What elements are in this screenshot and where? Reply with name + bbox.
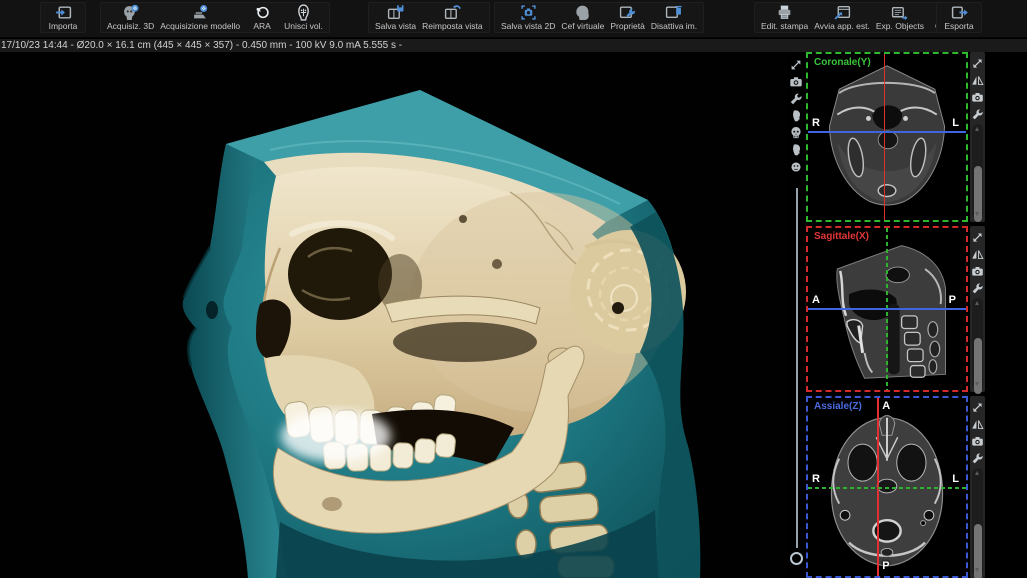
model-acquisition-icon bbox=[191, 4, 210, 21]
sagittal-axial-plane-line[interactable] bbox=[808, 308, 966, 310]
save-view-2d-button[interactable]: Salva vista 2D bbox=[500, 4, 556, 31]
virtual-ceph-icon bbox=[573, 4, 592, 21]
coronal-slice-scrollbar[interactable] bbox=[972, 124, 983, 219]
orientation-label-posterior: P bbox=[882, 560, 889, 572]
orientation-label-left: L bbox=[952, 117, 959, 129]
axial-view-toolbar bbox=[970, 396, 985, 578]
scroll-up-arrow[interactable] bbox=[975, 127, 979, 131]
scroll-down-arrow[interactable] bbox=[975, 212, 979, 216]
disable-image-button[interactable]: Disattiva im. bbox=[650, 4, 698, 31]
axial-coronal-plane-line[interactable] bbox=[808, 487, 966, 489]
axial-slice-scrollbar[interactable] bbox=[972, 468, 983, 575]
wrench-icon[interactable] bbox=[971, 282, 984, 295]
toolbar-group-export: Esporta bbox=[936, 2, 982, 33]
wrench-icon[interactable] bbox=[971, 452, 984, 465]
slice-panel: Coronale(Y) R L bbox=[788, 52, 1027, 578]
export-icon bbox=[950, 4, 969, 21]
soft-tissue-profile-icon[interactable] bbox=[789, 109, 803, 123]
save-view-2d-icon bbox=[519, 4, 538, 21]
mirror-icon[interactable] bbox=[971, 74, 984, 87]
virtual-ceph-button[interactable]: Cef virtuale bbox=[560, 4, 605, 31]
sagittal-view-title: Sagittale(X) bbox=[814, 231, 869, 242]
scroll-down-arrow[interactable] bbox=[975, 382, 979, 386]
merge-volumes-button[interactable]: Unisci vol. bbox=[283, 4, 324, 31]
import-button[interactable]: Importa bbox=[46, 4, 80, 31]
volume-opacity-slider-handle[interactable] bbox=[790, 552, 803, 565]
coronal-axial-plane-line[interactable] bbox=[808, 131, 966, 133]
acquire-3d-icon bbox=[121, 4, 140, 21]
orientation-label-right: R bbox=[812, 473, 820, 485]
export-objects-icon bbox=[890, 4, 909, 21]
resize-icon[interactable] bbox=[789, 58, 803, 72]
sphere-view-icon[interactable] bbox=[789, 160, 803, 174]
launch-external-app-button[interactable]: Avvia app. est. bbox=[813, 4, 871, 31]
main-toolbar: Importa Acquisiz. 3D Acquisizione modell… bbox=[0, 0, 1027, 38]
toolbar-group-tools: Salva vista 2D Cef virtuale Proprietà Di… bbox=[494, 2, 704, 33]
axial-view-title: Assiale(Z) bbox=[814, 401, 862, 412]
resize-icon[interactable] bbox=[971, 57, 984, 70]
merge-volumes-icon bbox=[294, 4, 313, 21]
coronal-view[interactable]: Coronale(Y) R L bbox=[806, 52, 968, 222]
import-label: Importa bbox=[49, 22, 78, 31]
camera-icon[interactable] bbox=[789, 75, 803, 89]
resize-icon[interactable] bbox=[971, 401, 984, 414]
toolbar-group-acquisition: Acquisiz. 3D Acquisizione modello ARA Un… bbox=[100, 2, 330, 33]
volume-opacity-slider[interactable] bbox=[796, 188, 798, 548]
launch-external-app-icon bbox=[833, 4, 852, 21]
save-view-button[interactable]: Salva vista bbox=[374, 4, 417, 31]
disable-image-icon bbox=[664, 4, 683, 21]
wrench-icon[interactable] bbox=[971, 108, 984, 121]
model-acquisition-button[interactable]: Acquisizione modello bbox=[159, 4, 241, 31]
3d-skull-rendering bbox=[40, 52, 790, 578]
status-bar: 17/10/23 14:44 - Ø20.0 × 16.1 cm (445 × … bbox=[0, 39, 1027, 52]
sagittal-view-toolbar bbox=[970, 226, 985, 392]
acquire-3d-button[interactable]: Acquisiz. 3D bbox=[106, 4, 155, 31]
resize-icon[interactable] bbox=[971, 231, 984, 244]
orientation-label-posterior: P bbox=[949, 294, 956, 306]
panel-toolbar bbox=[788, 52, 805, 578]
save-view-icon bbox=[386, 4, 405, 21]
mirror-icon[interactable] bbox=[971, 418, 984, 431]
scroll-down-arrow[interactable] bbox=[975, 568, 979, 572]
coronal-ct-slice bbox=[808, 54, 966, 220]
camera-icon[interactable] bbox=[971, 435, 984, 448]
mirror-icon[interactable] bbox=[971, 248, 984, 261]
properties-icon bbox=[618, 4, 637, 21]
coronal-view-title: Coronale(Y) bbox=[814, 57, 871, 68]
export-button[interactable]: Esporta bbox=[942, 4, 976, 31]
import-icon bbox=[54, 4, 73, 21]
ara-button[interactable]: ARA bbox=[245, 4, 279, 31]
orientation-label-anterior: A bbox=[812, 294, 820, 306]
camera-icon[interactable] bbox=[971, 91, 984, 104]
orientation-label-right: R bbox=[812, 117, 820, 129]
scroll-up-arrow[interactable] bbox=[975, 471, 979, 475]
toolbar-group-view: Salva vista Reimposta vista bbox=[368, 2, 490, 33]
toolbar-group-import: Importa bbox=[40, 2, 86, 33]
acquisition-parameters: 17/10/23 14:44 - Ø20.0 × 16.1 cm (445 × … bbox=[1, 40, 402, 51]
export-objects-button[interactable]: Exp. Objects bbox=[875, 4, 925, 31]
wrench-icon[interactable] bbox=[789, 92, 803, 106]
coronal-sagittal-plane-line[interactable] bbox=[884, 54, 886, 220]
properties-button[interactable]: Proprietà bbox=[609, 4, 646, 31]
sagittal-slice-scrollbar[interactable] bbox=[972, 298, 983, 389]
orientation-label-anterior: A bbox=[882, 400, 890, 412]
coronal-view-toolbar bbox=[970, 52, 985, 222]
axial-view[interactable]: Assiale(Z) A P R L bbox=[806, 396, 968, 578]
reset-view-button[interactable]: Reimposta vista bbox=[421, 4, 483, 31]
sagittal-view[interactable]: Sagittale(X) A P bbox=[806, 226, 968, 392]
camera-icon[interactable] bbox=[971, 265, 984, 278]
print-edit-button[interactable]: Edit. stampa bbox=[760, 4, 809, 31]
3d-viewport[interactable] bbox=[0, 52, 788, 578]
orientation-label-left: L bbox=[952, 473, 959, 485]
face-profile-icon[interactable] bbox=[789, 143, 803, 157]
skull-icon[interactable] bbox=[789, 126, 803, 140]
workspace: Coronale(Y) R L bbox=[0, 52, 1027, 578]
reset-view-icon bbox=[443, 4, 462, 21]
print-edit-icon bbox=[775, 4, 794, 21]
ara-icon bbox=[253, 4, 272, 21]
scroll-up-arrow[interactable] bbox=[975, 301, 979, 305]
application-window: Importa Acquisiz. 3D Acquisizione modell… bbox=[0, 0, 1027, 578]
